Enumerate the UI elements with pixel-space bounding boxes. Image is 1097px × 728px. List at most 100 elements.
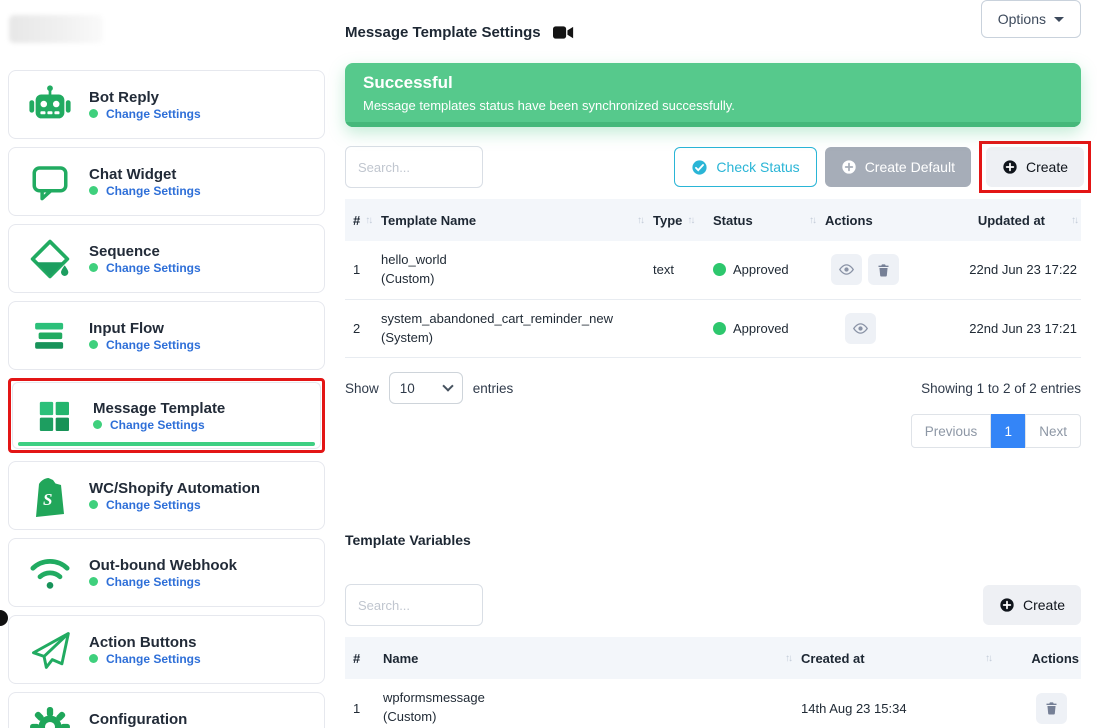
row-index: 2	[345, 321, 381, 336]
col-status[interactable]: Status ↑↓	[713, 209, 825, 232]
main-content: Message Template Settings Options Succes…	[345, 0, 1081, 728]
variables-table: # Name ↑↓ Created at ↑↓ Actions 1 wpform…	[345, 637, 1081, 728]
delete-button[interactable]	[1036, 693, 1067, 724]
sidebar-item-input-flow[interactable]: Input Flow Change Settings	[8, 301, 325, 370]
options-button[interactable]: Options	[981, 0, 1081, 38]
created-at: 14th Aug 23 15:34	[801, 701, 1001, 716]
table-row: 1 wpformsmessage (Custom) 14th Aug 23 15…	[345, 679, 1081, 728]
status-dot	[89, 340, 98, 349]
page-title: Message Template Settings	[345, 24, 541, 41]
template-kind: (System)	[381, 329, 653, 348]
active-tab-indicator	[18, 442, 315, 446]
templates-search-input[interactable]	[345, 146, 483, 188]
sidebar-item-chat-widget[interactable]: Chat Widget Change Settings	[8, 147, 325, 216]
col-template-name[interactable]: Template Name ↑↓	[381, 209, 653, 232]
sidebar-item-configuration[interactable]: Configuration Change Settings	[8, 692, 325, 728]
sidebar-item-label: Configuration	[89, 711, 187, 728]
bars-icon	[27, 313, 73, 359]
change-settings-link[interactable]: Change Settings	[106, 338, 201, 352]
variables-search-input[interactable]	[345, 584, 483, 626]
row-index: 1	[345, 701, 383, 716]
updated-at: 22nd Jun 23 17:21	[943, 321, 1081, 336]
change-settings-link[interactable]: Change Settings	[106, 261, 201, 275]
sidebar-item-label: Chat Widget	[89, 166, 176, 183]
change-settings-link[interactable]: Change Settings	[106, 498, 201, 512]
variable-kind: (Custom)	[383, 708, 801, 727]
pagination: Previous 1 Next	[345, 414, 1081, 448]
eye-icon	[838, 261, 855, 278]
sidebar-item-wc-shopify-automation[interactable]: S WC/Shopify Automation Change Settings	[8, 461, 325, 530]
options-label: Options	[998, 11, 1046, 27]
change-settings-link[interactable]: Change Settings	[110, 418, 205, 432]
col-num: #	[345, 647, 383, 670]
view-button[interactable]	[845, 313, 876, 344]
templates-table-header: # ↑↓ Template Name ↑↓ Type ↑↓ Status ↑↓ …	[345, 199, 1081, 241]
create-label: Create	[1023, 597, 1065, 613]
template-name: hello_world	[381, 251, 653, 270]
change-settings-link[interactable]: Change Settings	[106, 184, 201, 198]
col-type[interactable]: Type ↑↓	[653, 209, 713, 232]
change-settings-link[interactable]: Change Settings	[106, 652, 201, 666]
page: Bot Reply Change Settings Chat Widget Ch…	[0, 0, 1097, 728]
page-size-value: 10	[400, 381, 415, 396]
create-template-button[interactable]: Create	[986, 147, 1084, 187]
col-num[interactable]: # ↑↓	[345, 209, 381, 232]
change-settings-link[interactable]: Change Settings	[106, 107, 201, 121]
previous-page-button[interactable]: Previous	[911, 414, 992, 448]
shopify-bag-icon: S	[27, 473, 73, 519]
change-settings-link[interactable]: Change Settings	[106, 575, 201, 589]
check-status-button[interactable]: Check Status	[674, 147, 816, 187]
gear-icon	[27, 704, 73, 728]
show-label: Show	[345, 381, 379, 396]
sidebar-list: Bot Reply Change Settings Chat Widget Ch…	[8, 70, 325, 728]
sidebar-item-out-bound-webhook[interactable]: Out-bound Webhook Change Settings	[8, 538, 325, 607]
col-name[interactable]: Name ↑↓	[383, 647, 801, 670]
sidebar-item-bot-reply[interactable]: Bot Reply Change Settings	[8, 70, 325, 139]
variables-section-title: Template Variables	[345, 532, 1081, 548]
chat-bubble-icon	[27, 159, 73, 205]
delete-button[interactable]	[868, 254, 899, 285]
robot-icon	[27, 82, 73, 128]
col-created-at[interactable]: Created at ↑↓	[801, 647, 1001, 670]
view-button[interactable]	[831, 254, 862, 285]
sort-icon[interactable]: ↑↓	[687, 215, 693, 226]
current-page-button[interactable]: 1	[991, 414, 1025, 448]
status-dot	[89, 109, 98, 118]
create-variable-button[interactable]: Create	[983, 585, 1081, 625]
check-circle-icon	[691, 159, 708, 176]
wifi-icon	[27, 550, 73, 596]
sidebar-item-sequence[interactable]: Sequence Change Settings	[8, 224, 325, 293]
approved-dot-icon	[713, 322, 726, 335]
create-label: Create	[1026, 159, 1068, 175]
page-size-select[interactable]: 10	[389, 372, 463, 404]
sidebar-item-label: Input Flow	[89, 320, 164, 337]
status-dot	[89, 186, 98, 195]
sort-icon[interactable]: ↑↓	[785, 653, 791, 664]
sidebar-item-action-buttons[interactable]: Action Buttons Change Settings	[8, 615, 325, 684]
variables-toolbar: Create	[345, 584, 1081, 626]
sidebar-item-label: Sequence	[89, 243, 160, 260]
chevron-down-icon	[1054, 17, 1064, 22]
col-updated-at[interactable]: Updated at ↑↓	[943, 209, 1081, 232]
video-camera-icon[interactable]	[553, 25, 574, 40]
edge-widget-knob[interactable]	[0, 610, 8, 626]
plus-circle-icon	[1002, 159, 1018, 175]
status-badge: Approved	[713, 321, 825, 336]
sort-icon[interactable]: ↑↓	[365, 215, 371, 226]
create-default-button[interactable]: Create Default	[825, 147, 971, 187]
sort-icon[interactable]: ↑↓	[1071, 215, 1077, 226]
template-name: system_abandoned_cart_reminder_new	[381, 310, 653, 329]
next-page-button[interactable]: Next	[1025, 414, 1081, 448]
variables-table-header: # Name ↑↓ Created at ↑↓ Actions	[345, 637, 1081, 679]
trash-icon	[1044, 700, 1059, 716]
sidebar-item-message-template[interactable]: Message Template Change Settings	[12, 382, 321, 449]
status-dot	[89, 500, 98, 509]
sort-icon[interactable]: ↑↓	[637, 215, 643, 226]
table-row: 2 system_abandoned_cart_reminder_new (Sy…	[345, 300, 1081, 359]
paint-bucket-icon	[27, 236, 73, 282]
sort-icon[interactable]: ↑↓	[985, 653, 991, 664]
templates-toolbar: Check Status Create Default	[345, 146, 1081, 188]
annotation-box-message-template: Message Template Change Settings	[8, 378, 325, 453]
sort-icon[interactable]: ↑↓	[809, 215, 815, 226]
sidebar-item-label: Action Buttons	[89, 634, 196, 651]
